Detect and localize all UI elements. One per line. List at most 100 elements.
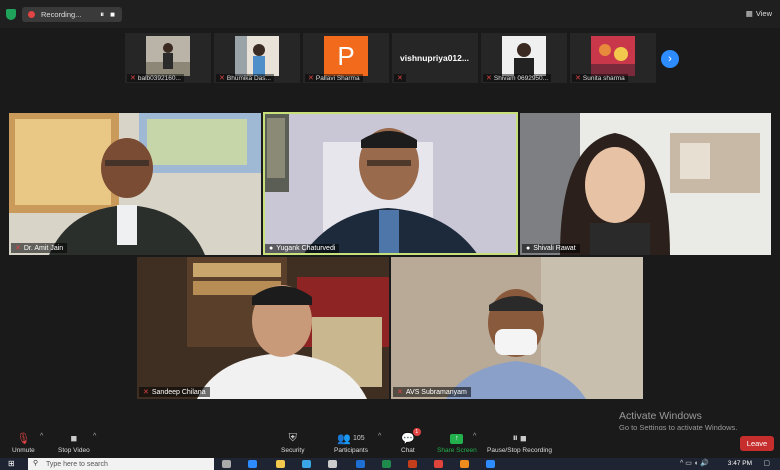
participant-name: balb0392160... [137,74,181,82]
taskbar-search-box[interactable]: ⚲ Type here to search [28,458,214,470]
share-arrow-icon: ↑ [450,433,464,444]
participant-video [391,257,643,399]
system-tray-icons[interactable]: ^ ▭ ◖ 🔊 [680,459,709,467]
security-label: Security [281,447,305,454]
shield-icon: ⛨ [288,432,297,444]
meeting-top-bar: Recording... ⏸ ■ ▦ View [0,0,780,28]
excel-icon[interactable] [382,460,391,468]
mic-muted-icon: ✕ [143,389,149,396]
zoom-icon[interactable] [486,460,495,468]
mic-muted-icon: ✕ [397,75,403,82]
participants-label: Participants [334,447,368,454]
pause-stop-recording-button[interactable]: ⏸ ■ Pause/Stop Recording [487,430,552,454]
taskbar-clock[interactable]: 3:47 PM [728,458,752,470]
mic-muted-icon: ✕ [308,75,314,82]
share-options-caret[interactable]: ^ [473,433,476,440]
record-label: Pause/Stop Recording [487,447,553,454]
pause-recording-button[interactable]: ⏸ [100,10,104,20]
participant-name: AVS Subramanyam [405,388,467,396]
security-button[interactable]: ⛨ Security [281,430,304,454]
participant-name: Sunita sharma [582,74,625,82]
participant-name: Bhumika Das... [226,74,271,82]
search-placeholder: Type here to search [46,460,108,468]
participant-name: Pallavi Sharma [315,74,360,82]
video-options-caret[interactable]: ^ [93,433,96,440]
store-icon[interactable] [302,460,311,468]
video-tile[interactable]: ● Shivali Rawat [520,113,771,255]
video-tile[interactable]: ✕ Dr. Amit Jain [9,113,261,255]
participant-video [9,113,261,255]
participant-name: Dr. Amit Jain [23,244,64,252]
file-explorer-icon[interactable] [276,460,285,468]
participant-video [591,36,635,76]
leave-button[interactable]: Leave [740,436,774,451]
task-view-icon[interactable] [222,460,231,468]
mic-muted-icon: ✕ [15,245,21,252]
recording-indicator: Recording... ⏸ ■ [22,7,122,22]
participant-name: Sandeep Chilana [151,388,206,396]
stop-video-button[interactable]: ■ Stop Video [58,430,90,455]
strip-participant-tile[interactable]: vishnupriya012... ✕ [392,33,478,83]
participant-name-large: vishnupriya012... [400,53,469,63]
participant-video [263,112,518,255]
participant-name: Yugank Chaturvedi [276,245,336,252]
mic-muted-icon: ✕ [397,389,403,396]
windows-taskbar: ⊞ ⚲ Type here to search ^ ▭ ◖ 🔊 3:47 PM … [0,458,780,470]
mic-on-icon: ● [269,245,274,252]
mail-icon[interactable] [328,460,337,468]
chevron-right-icon[interactable]: › [661,50,679,68]
strip-participant-tile[interactable]: P ✕ Pallavi Sharma [303,33,389,83]
participant-name: Shivam 0692950... [493,74,549,82]
unmute-button[interactable]: 🎙 Unmute [12,430,35,454]
mic-muted-icon: 🎙 [16,433,31,445]
video-tile[interactable]: ✕ Sandeep Chilana [137,257,389,399]
participant-avatar: P [324,36,368,76]
recording-dot-icon [28,11,35,18]
strip-participant-tile[interactable]: ✕ Bhumika Das... [214,33,300,83]
mic-on-icon: ● [526,245,531,252]
chat-button[interactable]: 💬 1 Chat [401,428,421,454]
notifications-icon[interactable]: ▢ [763,459,770,467]
audio-options-caret[interactable]: ^ [40,433,43,440]
recording-label: Recording... [41,10,82,19]
participant-name: Shivali Rawat [533,245,576,252]
stop-recording-button[interactable]: ■ [110,10,115,20]
firefox-icon[interactable] [460,460,469,468]
strip-participant-tile[interactable]: ✕ Shivam 0692950... [481,33,567,83]
participant-video [502,36,546,76]
video-tile-active-speaker[interactable]: ● Yugank Chaturvedi [263,112,518,255]
video-tile[interactable]: ✕ AVS Subramanyam [391,257,643,399]
unmute-label: Unmute [12,447,35,454]
chat-unread-badge: 1 [412,428,421,436]
participant-video [146,36,190,76]
share-screen-label: Share Screen [437,447,477,454]
chat-label: Chat [401,447,415,454]
strip-participant-tile[interactable]: ✕ Sunita sharma [570,33,656,83]
windows-start-icon[interactable]: ⊞ [8,459,15,468]
search-icon: ⚲ [33,460,39,467]
chrome-icon[interactable] [434,460,443,468]
mic-muted-icon: ✕ [575,75,581,82]
video-camera-icon: ■ [70,432,78,445]
view-button[interactable]: ▦ View [746,9,772,18]
participants-options-caret[interactable]: ^ [378,433,381,440]
activate-windows-watermark: Activate Windows Go to Settings to activ… [619,410,737,432]
pause-icon: ⏸ [512,432,518,444]
participants-button[interactable]: 👥 105 Participants [334,430,368,454]
participant-video [137,257,389,399]
activate-title: Activate Windows [619,410,702,422]
meeting-toolbar: 🎙 Unmute ^ ■ Stop Video ^ ⛨ Security 👥 10… [0,428,780,458]
word-icon[interactable] [356,460,365,468]
grid-icon: ▦ [745,9,753,18]
edge-icon[interactable] [248,460,257,468]
participant-video [235,36,279,76]
powerpoint-icon[interactable] [408,460,417,468]
participants-count: 105 [352,435,365,442]
strip-participant-tile[interactable]: ✕ balb0392160... [125,33,211,83]
view-label: View [755,9,772,18]
mic-muted-icon: ✕ [486,75,492,82]
stop-icon: ■ [519,432,527,445]
security-shield-icon[interactable] [6,9,16,20]
share-screen-button[interactable]: ↑ Share Screen [437,430,477,454]
mic-muted-icon: ✕ [219,75,225,82]
